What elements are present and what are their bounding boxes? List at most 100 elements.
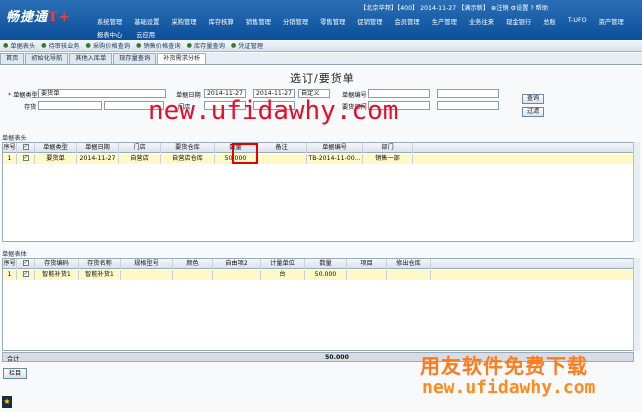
body-cell (17, 270, 35, 280)
quick-link[interactable]: 待审核业务 (49, 41, 80, 50)
watermark-url-top: new.ufidawhy.com (148, 96, 399, 126)
quantity-highlight-box (232, 143, 258, 164)
header-col-header (17, 143, 35, 153)
quick-link[interactable]: 库存量查询 (194, 41, 225, 50)
body-cell: 智能补货1 (35, 270, 79, 280)
header-cell: 自营店仓库 (161, 154, 215, 164)
header-col-header: 单据日期 (77, 143, 119, 153)
quick-link[interactable]: 凭证管理 (238, 41, 263, 50)
header-cell: 1 (3, 154, 17, 164)
body-cell (347, 270, 387, 280)
header-row[interactable]: 1要货单2014-11-27自营店自营店仓库50.000TB-2014-11-0… (3, 154, 633, 164)
header-col-header: 单据编号 (307, 143, 363, 153)
link-icon: ● (3, 42, 9, 49)
favorite-star-icon[interactable]: ★ (2, 396, 12, 408)
menu-item[interactable]: 系统管理 (97, 17, 122, 26)
menu-item[interactable]: 资产管理 (599, 17, 624, 26)
stock-label: 存货 (24, 104, 37, 111)
body-cell: 50.000 (305, 270, 347, 280)
header-col-header: 要货仓库 (161, 143, 215, 153)
main-menu: 系统管理 基础设置 采购管理 库存核算 销售管理 分销管理 零售管理 促销管理 会员管理 生产管理… (97, 17, 636, 26)
dept-to[interactable] (437, 101, 499, 110)
quick-link[interactable]: 采购价格查询 (93, 41, 130, 50)
body-cell (213, 270, 261, 280)
body-col-header: 修出仓库 (387, 259, 431, 269)
top-banner: 畅捷通T+ 【北京华邦】【400】 2014-11-27 【满示新】 ⊕注销 ⚙… (0, 0, 642, 40)
menu-item[interactable]: 分销管理 (283, 17, 308, 26)
filter-button[interactable]: 过滤 (522, 107, 544, 117)
link-icon: ● (230, 42, 237, 49)
body-col-header: 规格型号 (121, 259, 173, 269)
menu-item[interactable]: 销售管理 (246, 17, 271, 26)
menu-item[interactable]: 零售管理 (320, 17, 345, 26)
body-cell: 台 (261, 270, 305, 280)
tab-item[interactable]: 初始化导航 (25, 53, 69, 64)
body-col-header: 数量 (305, 259, 347, 269)
body-cell (173, 270, 213, 280)
row-checkbox[interactable] (22, 270, 29, 279)
menu-item[interactable]: 现金银行 (506, 17, 531, 26)
header-col-header: 单据类型 (35, 143, 77, 153)
header-cell: TB-2014-11-00... (307, 154, 363, 164)
menu-item[interactable]: 促销管理 (357, 17, 382, 26)
menu-item[interactable]: 基础设置 (134, 17, 159, 26)
tab-item[interactable]: 首页 (0, 53, 25, 64)
body-col-header: 项目 (347, 259, 387, 269)
header-cell: 销售一部 (363, 154, 413, 164)
link-icon: ● (41, 42, 47, 49)
watermark-url-bottom: new.ufidawhy.com (422, 377, 596, 398)
row-checkbox[interactable] (22, 154, 29, 163)
page-title: 选订/要货单 (290, 72, 355, 85)
back-button[interactable]: 栏目 (3, 368, 27, 379)
body-col-header: 颜色 (173, 259, 213, 269)
query-button[interactable]: 查询 (522, 94, 544, 104)
menu-item[interactable]: 采购管理 (171, 17, 196, 26)
header-cell (17, 154, 35, 164)
body-col-header (17, 259, 35, 269)
body-scrollbar[interactable] (633, 258, 640, 351)
header-grid: 序号单据类型单据日期门店要货仓库数量备注单据编号部门1要货单2014-11-27… (2, 142, 634, 242)
header-section-label: 单据表头 (2, 135, 27, 142)
total-label: 合计 (7, 356, 20, 363)
grid-header: 序号单据类型单据日期门店要货仓库数量备注单据编号部门 (3, 143, 633, 153)
header-col-header: 门店 (119, 143, 161, 153)
header-scrollbar[interactable] (633, 142, 640, 242)
doc-no-to[interactable] (437, 89, 499, 98)
header-col-header: 部门 (363, 143, 413, 153)
menu-item[interactable]: 报表中心 (97, 30, 122, 39)
link-icon: ● (136, 42, 142, 49)
body-grid: 序号 存货编码存货名称规格型号颜色自由项2计量单位数量项目修出仓库 1 智能补货1智能… (2, 258, 634, 351)
total-value: 50.000 (325, 354, 349, 361)
select-all-checkbox[interactable] (22, 259, 29, 268)
body-cell (121, 270, 173, 280)
body-col-header: 序号 (3, 259, 17, 269)
menu-item[interactable]: 库存核算 (209, 17, 234, 26)
doc-type-field[interactable]: 要货单 (38, 89, 166, 98)
quick-link[interactable]: 单据表头 (10, 41, 35, 50)
body-section-label: 单据表体 (2, 251, 27, 258)
tab-item[interactable]: 补货需求分析 (157, 53, 207, 64)
menu-item[interactable]: 生产管理 (432, 17, 457, 26)
app-logo: 畅捷通T+ (6, 10, 71, 25)
quick-link[interactable]: 销售价格查询 (143, 41, 180, 50)
body-cell (387, 270, 431, 280)
header-col-header: 序号 (3, 143, 17, 153)
menu-item[interactable]: 总账 (543, 17, 556, 26)
header-cell (257, 154, 307, 164)
body-row[interactable]: 1 智能补货1智能补货1 台50.000 (3, 270, 633, 280)
body-col-header: 自由项2 (213, 259, 261, 269)
tab-bar: 首页 初始化导航 其他入库单 现存量查询 补货需求分析 (0, 53, 642, 65)
menu-item[interactable]: 业务往来 (469, 17, 494, 26)
quick-links-bar: ● 单据表头 ● 待审核业务 ● 采购价格查询 ● 销售价格查询 ● 库存量查询 ● 凭证管理 (0, 40, 642, 52)
menu-item[interactable]: T-UFO (568, 17, 587, 26)
main-menu-row2: 报表中心 云应用 (97, 30, 169, 39)
doc-type-label: * 单据类型 (8, 92, 38, 99)
select-all-checkbox[interactable] (22, 143, 29, 152)
menu-item[interactable]: 会员管理 (395, 17, 420, 26)
tab-item[interactable]: 其他入库单 (69, 53, 113, 64)
menu-item[interactable]: 云应用 (136, 30, 155, 39)
watermark-cn: 用友软件免费下载 (420, 354, 588, 378)
header-cell: 自营店 (119, 154, 161, 164)
stock-from[interactable] (38, 101, 102, 110)
tab-item[interactable]: 现存量查询 (113, 53, 157, 64)
